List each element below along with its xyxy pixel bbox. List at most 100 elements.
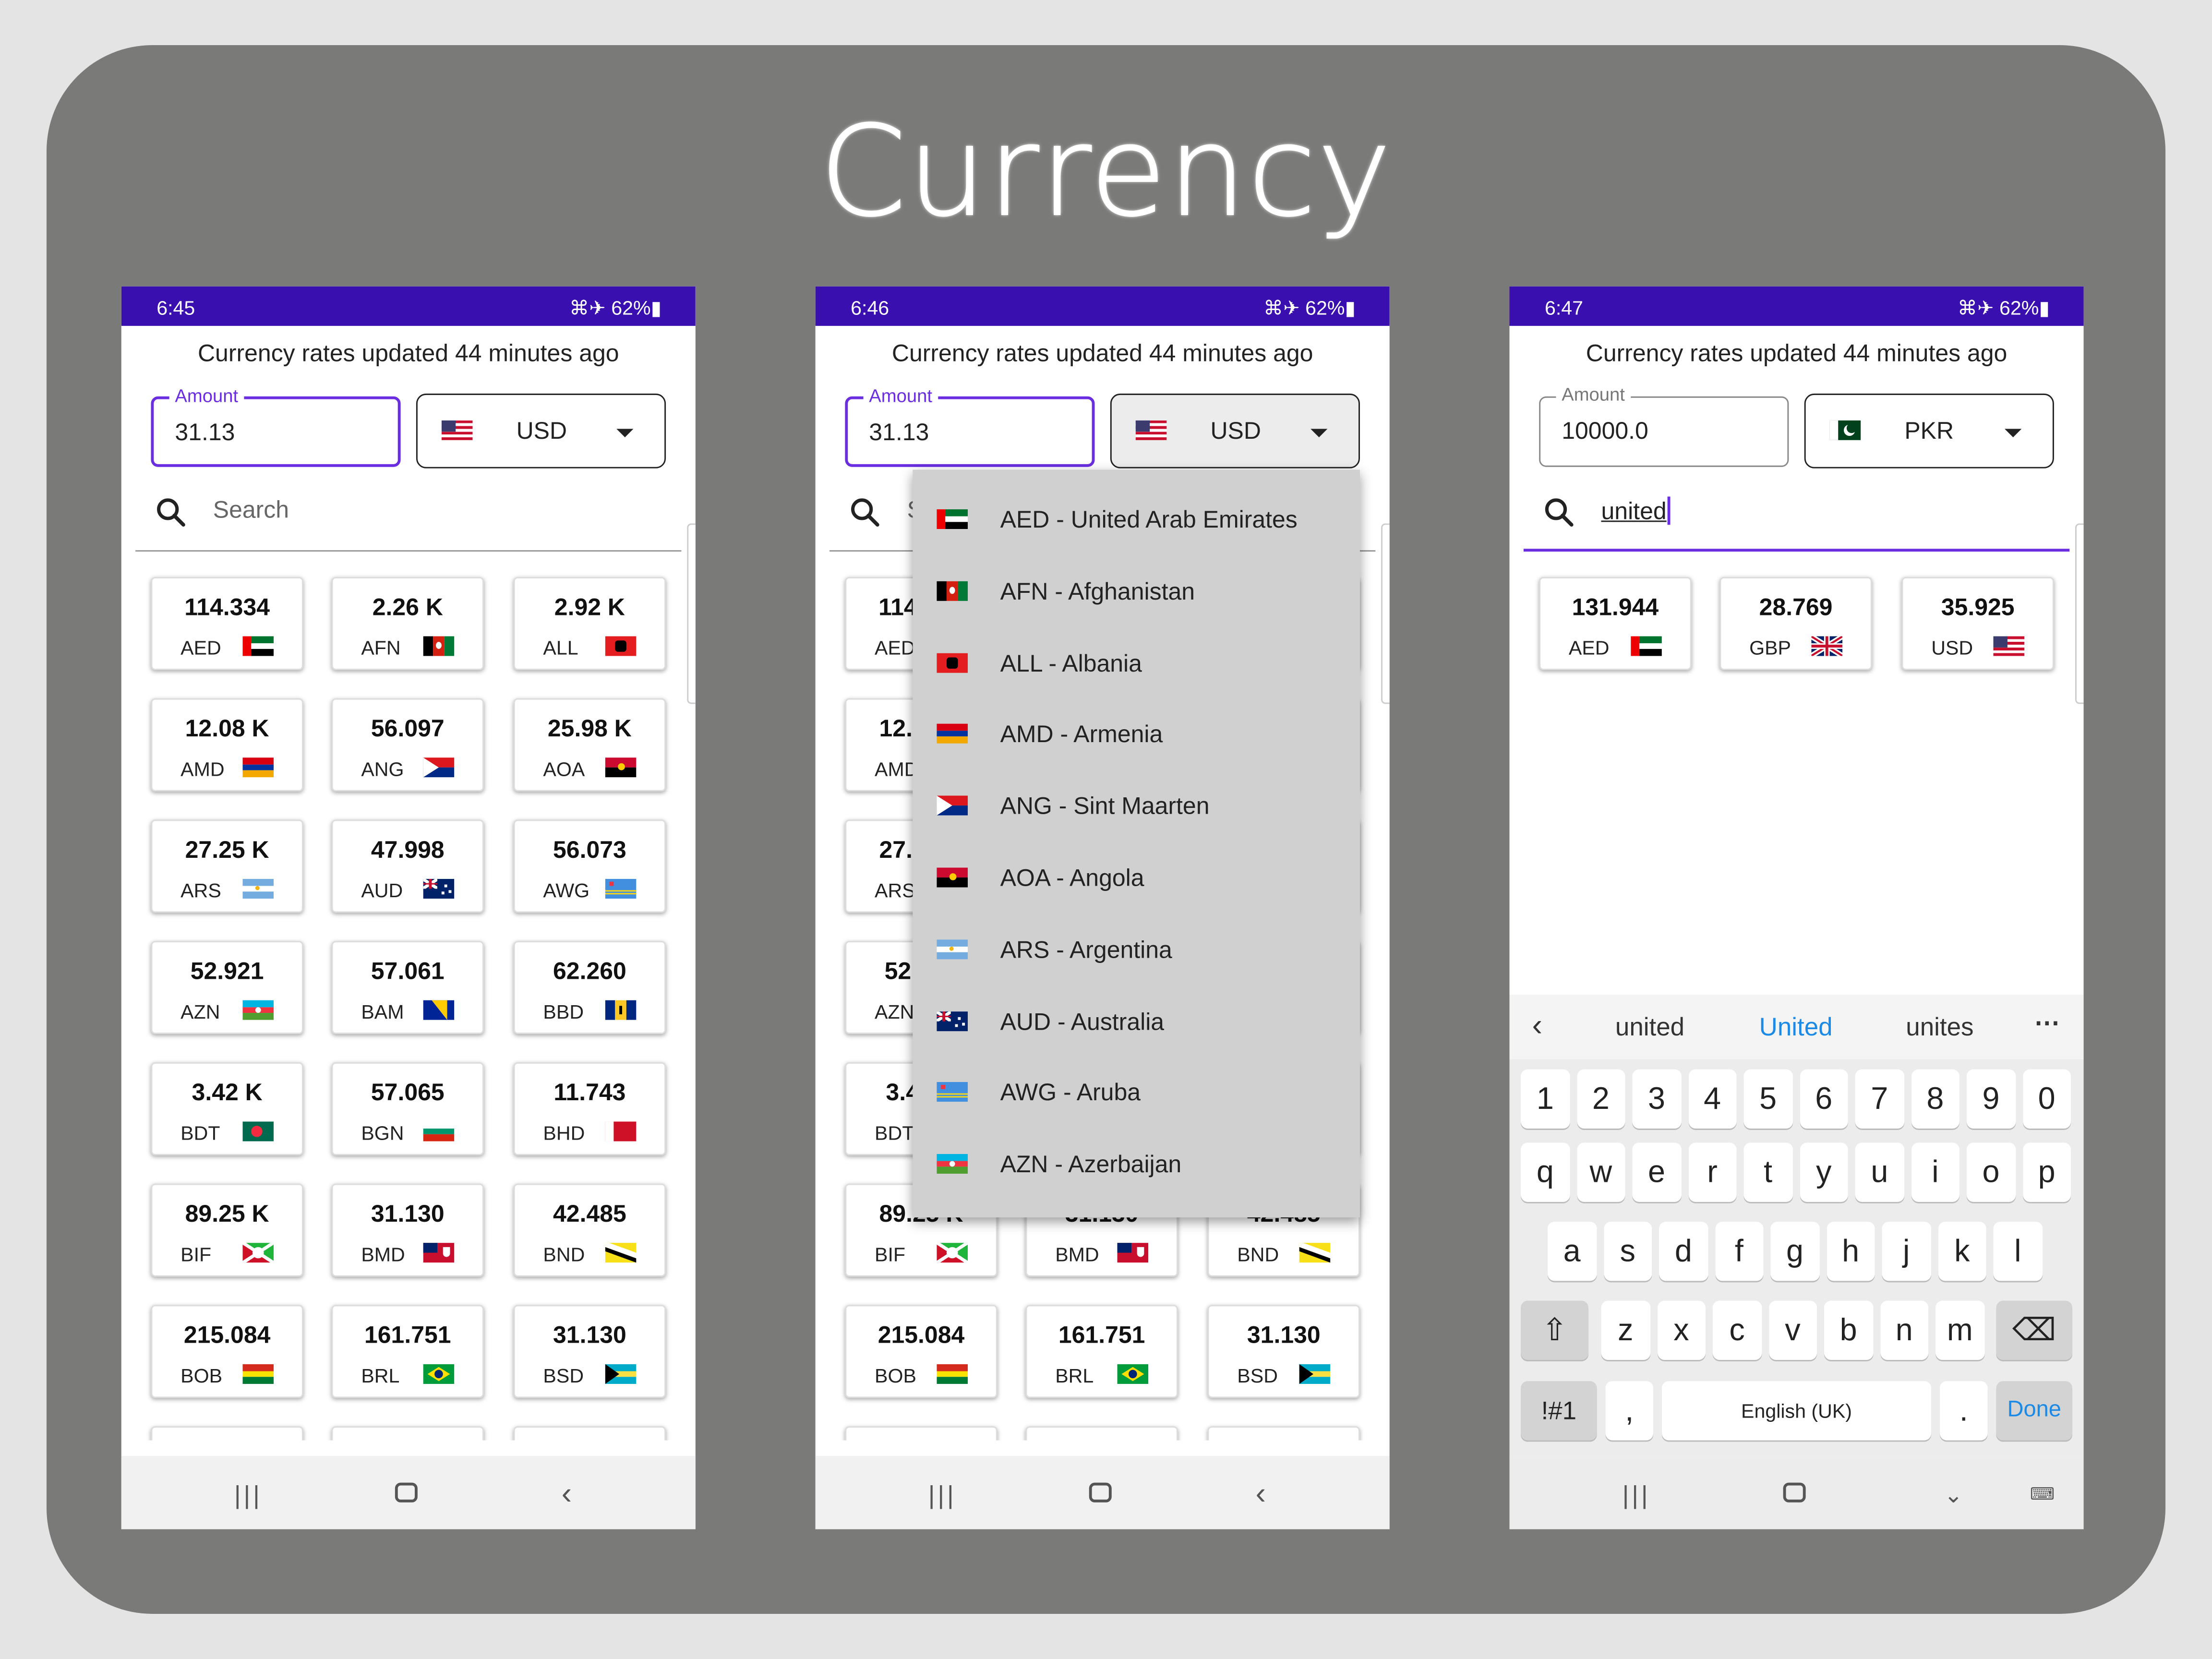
dropdown-item[interactable]: AUD - Australia bbox=[913, 986, 1360, 1058]
rate-card[interactable]: 215.084 BOB bbox=[845, 1305, 998, 1398]
rate-card[interactable]: 0.001 bbox=[845, 1426, 998, 1441]
rate-card[interactable]: 27.25 K ARS bbox=[151, 819, 303, 913]
key[interactable]: v bbox=[1768, 1300, 1817, 1360]
rate-card[interactable]: 3.42 K BDT bbox=[151, 1062, 303, 1155]
rate-card[interactable]: 35.925 USD bbox=[1901, 577, 2054, 670]
back-icon[interactable]: ‹ bbox=[1256, 1476, 1266, 1512]
key[interactable]: 0 bbox=[2022, 1069, 2071, 1129]
key[interactable]: u bbox=[1855, 1142, 1904, 1202]
dropdown-item[interactable]: AMD - Armenia bbox=[913, 699, 1360, 771]
search-input[interactable]: united bbox=[1601, 496, 1671, 526]
keyboard-switch-icon[interactable]: ⌨ bbox=[2030, 1484, 2055, 1504]
key[interactable]: w bbox=[1576, 1142, 1625, 1202]
comma-key[interactable]: , bbox=[1605, 1381, 1654, 1441]
key[interactable]: r bbox=[1688, 1142, 1737, 1202]
key[interactable]: q bbox=[1521, 1142, 1570, 1202]
space-key[interactable]: English (UK) bbox=[1661, 1381, 1932, 1441]
rate-card[interactable]: 56.073 AWG bbox=[513, 819, 666, 913]
backspace-key[interactable]: ⌫ bbox=[1996, 1300, 2073, 1360]
rate-card[interactable]: 2.61 K bbox=[331, 1426, 484, 1441]
currency-select[interactable]: USD bbox=[1110, 393, 1360, 469]
rate-card[interactable]: 161.751 BRL bbox=[1025, 1305, 1178, 1398]
rate-card[interactable]: 31.130 BSD bbox=[1207, 1305, 1360, 1398]
amount-field[interactable]: Amount 31.13 bbox=[845, 385, 1095, 467]
rate-card[interactable]: 2.92 K ALL bbox=[513, 577, 666, 670]
dropdown-item[interactable]: AFN - Afghanistan bbox=[913, 555, 1360, 627]
shift-key[interactable]: ⇧ bbox=[1521, 1300, 1589, 1360]
done-key[interactable]: Done bbox=[1996, 1381, 2073, 1441]
dropdown-item[interactable]: AZN - Azerbaijan bbox=[913, 1129, 1360, 1201]
dropdown-item[interactable]: ALL - Albania bbox=[913, 627, 1360, 699]
hide-keyboard-icon[interactable]: ⌄ bbox=[1944, 1481, 1963, 1510]
rate-card[interactable]: 0.001 bbox=[151, 1426, 303, 1441]
search-bar[interactable]: Search bbox=[135, 472, 682, 552]
key[interactable]: l bbox=[1993, 1221, 2043, 1281]
suggestion-word[interactable]: unites bbox=[1906, 1013, 1973, 1043]
key[interactable]: b bbox=[1824, 1300, 1873, 1360]
period-key[interactable]: . bbox=[1939, 1381, 1988, 1441]
rate-card[interactable]: 28.769 GBP bbox=[1719, 577, 1872, 670]
recent-apps-icon[interactable]: ||| bbox=[234, 1481, 263, 1511]
key[interactable]: 7 bbox=[1855, 1069, 1904, 1129]
rate-card[interactable]: 11.743 BHD bbox=[513, 1062, 666, 1155]
rate-card[interactable]: 56.097 ANG bbox=[331, 698, 484, 792]
rate-card[interactable]: 52.921 AZN bbox=[151, 941, 303, 1034]
search-bar[interactable]: united bbox=[1523, 472, 2070, 552]
dropdown-item[interactable]: ARS - Argentina bbox=[913, 914, 1360, 986]
key[interactable]: 5 bbox=[1743, 1069, 1792, 1129]
key[interactable]: a bbox=[1547, 1221, 1597, 1281]
currency-select[interactable]: USD bbox=[416, 393, 666, 469]
key[interactable]: f bbox=[1715, 1221, 1764, 1281]
key[interactable]: n bbox=[1879, 1300, 1929, 1360]
symbols-key[interactable]: !#1 bbox=[1521, 1381, 1597, 1441]
key[interactable]: 3 bbox=[1632, 1069, 1681, 1129]
key[interactable]: 1 bbox=[1521, 1069, 1570, 1129]
key[interactable]: x bbox=[1657, 1300, 1706, 1360]
amount-field[interactable]: Amount 10000.0 bbox=[1539, 384, 1789, 467]
search-input[interactable]: Search bbox=[213, 496, 289, 525]
recent-apps-icon[interactable]: ||| bbox=[1623, 1481, 1651, 1511]
key[interactable]: c bbox=[1712, 1300, 1762, 1360]
rate-card[interactable]: 31.130 BMD bbox=[331, 1183, 484, 1277]
key[interactable]: s bbox=[1603, 1221, 1652, 1281]
key[interactable]: d bbox=[1659, 1221, 1708, 1281]
rate-card[interactable]: 114.334 AED bbox=[151, 577, 303, 670]
back-icon[interactable]: ‹ bbox=[562, 1476, 572, 1512]
key[interactable]: i bbox=[1911, 1142, 1960, 1202]
dropdown-item[interactable]: AOA - Angola bbox=[913, 842, 1360, 914]
key[interactable]: o bbox=[1966, 1142, 2016, 1202]
rate-card[interactable]: 161.751 BRL bbox=[331, 1305, 484, 1398]
rate-card[interactable]: 12.08 K AMD bbox=[151, 698, 303, 792]
key[interactable]: z bbox=[1601, 1300, 1650, 1360]
rate-card[interactable]: 443.140 bbox=[1207, 1426, 1360, 1441]
dropdown-item[interactable]: ANG - Sint Maarten bbox=[913, 770, 1360, 842]
key[interactable]: y bbox=[1799, 1142, 1849, 1202]
key[interactable]: k bbox=[1937, 1221, 1987, 1281]
rate-card[interactable]: 62.260 BBD bbox=[513, 941, 666, 1034]
rate-card[interactable]: 443.140 bbox=[513, 1426, 666, 1441]
key[interactable]: h bbox=[1826, 1221, 1875, 1281]
key[interactable]: m bbox=[1936, 1300, 1984, 1360]
key[interactable]: e bbox=[1632, 1142, 1681, 1202]
recent-apps-icon[interactable]: ||| bbox=[928, 1481, 957, 1511]
rate-card[interactable]: 42.485 BND bbox=[513, 1183, 666, 1277]
more-options-icon[interactable]: ⋯ bbox=[2034, 1009, 2060, 1038]
key[interactable]: 6 bbox=[1799, 1069, 1849, 1129]
key[interactable]: 4 bbox=[1688, 1069, 1737, 1129]
home-icon[interactable] bbox=[1089, 1482, 1112, 1503]
key[interactable]: t bbox=[1743, 1142, 1792, 1202]
key[interactable]: 2 bbox=[1576, 1069, 1625, 1129]
rate-card[interactable]: 25.98 K AOA bbox=[513, 698, 666, 792]
key[interactable]: j bbox=[1882, 1221, 1931, 1281]
collapse-suggestions-icon[interactable]: ‹ bbox=[1532, 1007, 1543, 1044]
dropdown-item[interactable]: AED - United Arab Emirates bbox=[913, 484, 1360, 556]
suggestion-word[interactable]: United bbox=[1759, 1013, 1833, 1043]
key[interactable]: p bbox=[2022, 1142, 2071, 1202]
rate-card[interactable]: 2.61 K bbox=[1025, 1426, 1178, 1441]
home-icon[interactable] bbox=[1783, 1482, 1806, 1503]
key[interactable]: g bbox=[1770, 1221, 1819, 1281]
rate-card[interactable]: 131.944 AED bbox=[1539, 577, 1692, 670]
rate-card[interactable]: 57.065 BGN bbox=[331, 1062, 484, 1155]
key[interactable]: 8 bbox=[1911, 1069, 1960, 1129]
home-icon[interactable] bbox=[395, 1482, 418, 1503]
